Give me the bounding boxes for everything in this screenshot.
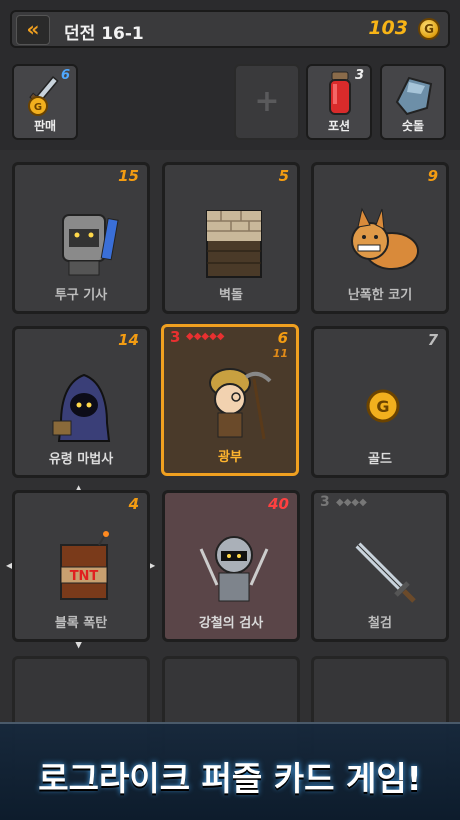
steel-swordsman-icon xyxy=(199,536,269,602)
card-value: 40 xyxy=(268,495,289,513)
card-name: 벽돌 xyxy=(219,288,243,303)
empty-item-slot[interactable]: + xyxy=(234,64,300,140)
card-brick-wall[interactable]: 5 벽돌 xyxy=(162,162,300,314)
card-name: 난폭한 코기 xyxy=(347,288,413,303)
card-level-dots: ◆◆◆◆ xyxy=(336,497,367,508)
card-corgi[interactable]: 9 난폭한 코기 xyxy=(311,162,449,314)
promo-banner: 로그라이크 퍼즐 카드 게임! xyxy=(0,722,460,820)
card-name: 블록 폭탄 xyxy=(54,616,108,631)
card-name: 광부 xyxy=(218,450,242,465)
card-ghost-mage[interactable]: 14 유령 마법사 xyxy=(12,326,150,478)
card-helmet-knight[interactable]: 15 투구 기사 xyxy=(12,162,150,314)
sell-count: 6 xyxy=(60,68,70,83)
card-iron-sword[interactable]: 3 ◆◆◆◆ 철검 xyxy=(311,490,449,642)
card-name: 철검 xyxy=(368,616,392,631)
card-level: 3 xyxy=(170,328,181,346)
gold-coin-icon: G xyxy=(418,18,440,40)
corgi-icon xyxy=(351,207,419,270)
svg-text:G: G xyxy=(34,102,42,113)
card-level: 3 xyxy=(320,494,330,510)
helmet-knight-icon xyxy=(62,214,119,276)
top-bar: « 던전 16-1 103 G xyxy=(10,10,450,48)
card-value: 15 xyxy=(118,167,139,185)
banner-text: 로그라이크 퍼즐 카드 게임! xyxy=(38,759,422,798)
sell-slot[interactable]: G 6 판매 xyxy=(12,64,78,140)
card-value: 7 xyxy=(427,331,438,349)
card-gold[interactable]: 7 G 골드 xyxy=(311,326,449,478)
iron-sword-icon xyxy=(355,542,416,603)
card-value: 4 xyxy=(128,495,139,513)
potion-slot[interactable]: 3 포션 xyxy=(306,64,372,140)
double-chevron-left-icon: « xyxy=(26,17,40,41)
tnt-block-icon: TNT xyxy=(60,531,109,600)
card-name: 투구 기사 xyxy=(54,288,108,303)
tnt-label: TNT xyxy=(70,569,99,584)
ghost-mage-icon xyxy=(52,373,111,442)
card-value: 9 xyxy=(427,167,438,185)
whetstone-slot[interactable]: 숫돌 xyxy=(380,64,446,140)
card-value: 14 xyxy=(118,331,139,349)
card-name: 골드 xyxy=(368,452,392,467)
whetstone-icon xyxy=(395,76,433,116)
card-level-dots: ◆◆◆◆◆ xyxy=(186,331,225,342)
miner-icon xyxy=(209,368,272,440)
card-tnt-block[interactable]: 4 TNT 블록 폭탄 xyxy=(12,490,150,642)
card-value: 6 xyxy=(277,329,288,347)
card-value: 5 xyxy=(278,167,289,185)
gold-coin-icon: G xyxy=(366,389,400,423)
sell-label: 판매 xyxy=(33,119,57,133)
svg-text:G: G xyxy=(376,397,389,416)
brick-wall-icon xyxy=(206,210,262,278)
dungeon-title: 던전 16-1 xyxy=(64,24,144,44)
back-button[interactable]: « xyxy=(16,15,50,45)
card-name: 강철의 검사 xyxy=(198,616,264,631)
potion-count: 3 xyxy=(354,68,364,83)
card-miner-player[interactable]: 3 ◆◆◆◆◆ 6 11 광부 xyxy=(161,324,299,476)
potion-label: 포션 xyxy=(327,119,351,133)
card-name: 유령 마법사 xyxy=(48,452,114,467)
card-steel-swordsman[interactable]: 40 강철의 검사 xyxy=(162,490,300,642)
whetstone-label: 숫돌 xyxy=(401,119,425,133)
gold-count: 103 xyxy=(368,17,408,39)
plus-icon: + xyxy=(254,84,280,119)
